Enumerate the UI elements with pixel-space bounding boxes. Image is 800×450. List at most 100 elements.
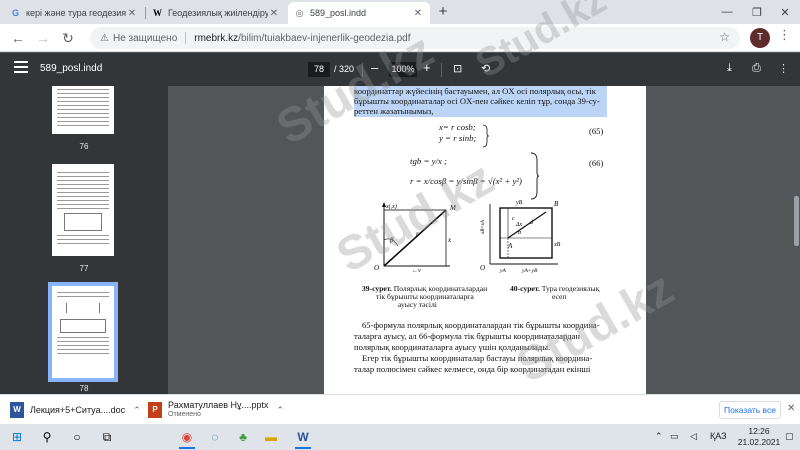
browser-menu-icon[interactable]: ⋮ xyxy=(778,27,791,43)
more-icon[interactable]: ⋮ xyxy=(778,62,789,75)
brace-66-icon xyxy=(530,152,540,200)
clock-date: 21.02.2021 xyxy=(737,437,781,447)
rotate-icon[interactable]: ⟲ xyxy=(481,62,490,75)
page-number-input[interactable]: 78 xyxy=(308,62,330,77)
pdf-viewer[interactable]: координаттар жүйесінің бастауымен, ал OX… xyxy=(168,86,800,394)
wikipedia-icon: W xyxy=(153,8,162,18)
windows-start-icon[interactable]: ⊞ xyxy=(6,427,28,447)
chevron-up-icon[interactable]: ⌃ xyxy=(133,405,141,416)
show-all-downloads-button[interactable]: Показать все xyxy=(719,401,781,419)
download-status: Отменено xyxy=(168,411,201,418)
not-secure-icon: ⚠ xyxy=(100,32,109,44)
close-icon[interactable]: ✕ xyxy=(412,8,424,19)
svg-text:yA: yA xyxy=(499,268,506,274)
close-window-button[interactable]: ✕ xyxy=(770,0,800,24)
print-icon[interactable]: ⎙ xyxy=(752,62,761,75)
download-icon[interactable]: ⤓ xyxy=(727,62,732,75)
download-item[interactable]: W Лекция+5+Ситуа....doc ⌃ xyxy=(10,398,141,422)
close-icon[interactable]: ✕ xyxy=(126,8,138,19)
vertical-scrollbar[interactable] xyxy=(793,86,800,394)
notifications-icon[interactable]: ▢ xyxy=(785,431,794,442)
figure-39-caption-line3: ауысу тәсілі xyxy=(398,300,437,309)
scrollbar-thumb[interactable] xyxy=(794,196,799,246)
security-label: Не защищено xyxy=(112,32,178,44)
chevron-up-icon[interactable]: ⌃ xyxy=(277,405,285,416)
paragraph-line: полярлық координаталарға ауысу үшін қолд… xyxy=(354,342,551,352)
paragraph-line: координаттар жүйесінің бастауымен, ал OX… xyxy=(354,86,596,96)
menu-icon[interactable] xyxy=(14,61,28,76)
pdf-page: координаттар жүйесінің бастауымен, ал OX… xyxy=(324,86,646,394)
tab-title: кері және тура геодезиялық xyxy=(26,8,126,18)
forward-button[interactable]: → xyxy=(33,28,53,48)
reload-button[interactable]: ↻ xyxy=(58,28,78,48)
word-icon[interactable]: W xyxy=(292,427,314,449)
url-domain: rmebrk.kz xyxy=(194,32,239,44)
divider xyxy=(185,32,187,44)
thumbnail-sidebar: 76 77 78 xyxy=(0,86,168,394)
svg-text:xB=xA: xB=xA xyxy=(481,219,486,235)
word-file-icon: W xyxy=(10,402,24,418)
equation-number: (65) xyxy=(589,126,604,136)
formula-65-x: x= r cosb; xyxy=(439,122,476,132)
cortana-icon[interactable]: ○ xyxy=(66,427,88,447)
bookmark-star-icon[interactable]: ☆ xyxy=(719,30,730,44)
powerpoint-file-icon: P xyxy=(148,402,162,418)
svg-text:yB: yB xyxy=(515,200,523,206)
svg-text:B: B xyxy=(554,200,559,208)
language-indicator[interactable]: ҚАЗ xyxy=(710,431,727,441)
svg-text:β: β xyxy=(389,236,394,244)
svg-text:M: M xyxy=(449,204,457,212)
equation-number: (66) xyxy=(589,158,604,168)
thumbnail-page-77[interactable] xyxy=(52,164,114,256)
thumbnail-page-78[interactable] xyxy=(48,282,118,382)
zoom-in-button[interactable]: + xyxy=(423,60,431,75)
network-icon[interactable]: ▭ xyxy=(670,431,679,442)
clock-time: 12:26 xyxy=(748,426,770,436)
address-bar[interactable]: ⚠ Не защищено rmebrk.kz /bilim/tuiakbaev… xyxy=(90,27,740,49)
google-icon: G xyxy=(11,8,19,18)
download-item[interactable]: P Рахматуллаев Нұ....pptx Отменено ⌃ xyxy=(148,398,284,422)
svg-text:←y: ←y xyxy=(412,268,421,272)
svg-text:O: O xyxy=(480,264,485,272)
tab-geodesic-problem[interactable]: G кері және тура геодезиялық ✕ xyxy=(4,2,144,24)
tab-geodesic-densification[interactable]: W Геодезиялық жиілендіру жән ✕ xyxy=(146,2,286,24)
svg-text:x: x xyxy=(447,236,452,244)
search-icon[interactable]: ⚲ xyxy=(36,427,58,447)
svg-text:Δx: Δx xyxy=(515,222,523,228)
close-icon[interactable]: ✕ xyxy=(268,8,280,19)
svg-text:x(,x): x(,x) xyxy=(385,203,397,210)
svg-text:r: r xyxy=(416,230,419,238)
minimize-button[interactable]: — xyxy=(712,0,742,24)
formula-66-tg: tgb = y/x ; xyxy=(410,156,447,166)
profile-avatar[interactable]: T xyxy=(750,28,770,48)
app-icon[interactable]: ♣ xyxy=(232,427,254,447)
zoom-out-button[interactable]: – xyxy=(371,60,378,75)
clock[interactable]: 12:26 21.02.2021 xyxy=(737,426,781,448)
browser-toolbar: ← → ↻ ⚠ Не защищено rmebrk.kz /bilim/tui… xyxy=(0,24,800,52)
thumbnail-page-76[interactable] xyxy=(52,86,114,134)
new-tab-button[interactable]: + xyxy=(434,4,452,22)
back-button[interactable]: ← xyxy=(8,28,28,48)
formula-65-y: y = r sinb; xyxy=(439,133,477,143)
maximize-button[interactable]: ❐ xyxy=(742,0,772,24)
volume-icon[interactable]: ◁ xyxy=(690,431,697,442)
close-icon[interactable]: ✕ xyxy=(787,403,795,414)
tab-title: 589_posl.indd xyxy=(310,8,367,18)
svg-text:xB: xB xyxy=(553,242,561,248)
paragraph-line: Егер тік бұрышты координаталар бастауы п… xyxy=(362,353,593,363)
edge-icon[interactable]: ◌ xyxy=(204,427,226,447)
divider xyxy=(362,63,363,77)
chrome-icon[interactable]: ◉ xyxy=(176,427,198,449)
url-path: /bilim/tuiakbaev-injenerlik-geodezia.pdf xyxy=(238,32,411,44)
tab-pdf[interactable]: ◎ 589_posl.indd ✕ xyxy=(288,2,430,24)
fit-page-icon[interactable]: ⊡ xyxy=(453,62,462,75)
zoom-level[interactable]: 100% xyxy=(389,62,417,77)
file-explorer-icon[interactable]: ▬ xyxy=(260,427,282,447)
divider xyxy=(441,63,442,77)
download-filename: Рахматуллаев Нұ....pptx xyxy=(168,400,269,410)
svg-text:yA+yB: yA+yB xyxy=(521,268,538,274)
task-view-icon[interactable]: ⧉ xyxy=(96,427,118,447)
brace-65-icon xyxy=(482,124,490,148)
figure-40-caption-line2: есеп xyxy=(552,292,567,301)
tray-chevron-icon[interactable]: ⌃ xyxy=(655,431,663,442)
